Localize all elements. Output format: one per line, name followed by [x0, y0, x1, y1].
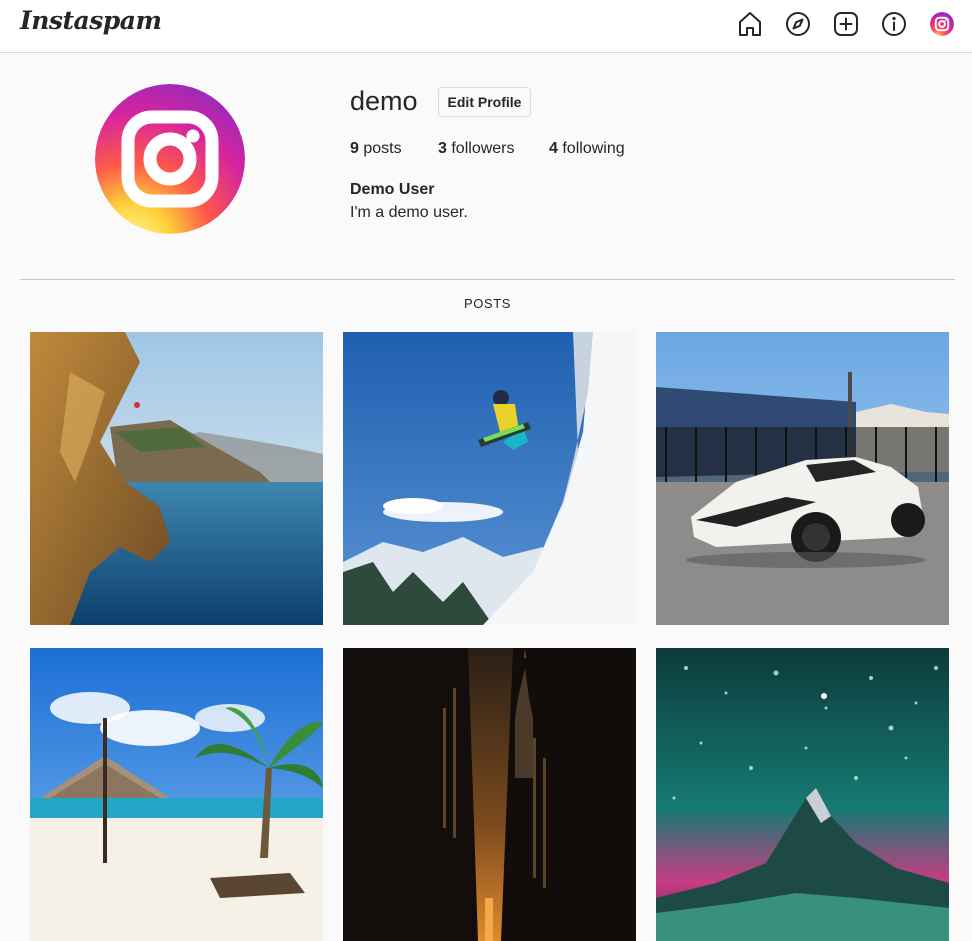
post-thumbnail[interactable] [656, 648, 949, 941]
stat-count: 4 [549, 140, 558, 157]
following-count[interactable]: 4 following [549, 140, 625, 158]
post-thumbnail[interactable] [343, 648, 636, 941]
app-logo[interactable]: Instaspam [20, 6, 162, 35]
stat-label: posts [363, 140, 402, 157]
new-post-icon[interactable] [833, 11, 859, 37]
section-divider [20, 279, 955, 280]
posts-count: 9 posts [350, 140, 402, 158]
post-thumbnail[interactable] [30, 648, 323, 941]
home-icon[interactable] [737, 11, 763, 37]
post-thumbnail[interactable] [656, 332, 949, 625]
profile-avatar [95, 84, 245, 234]
post-thumbnail[interactable] [30, 332, 323, 625]
stat-count: 3 [438, 140, 447, 157]
followers-count[interactable]: 3 followers [438, 140, 515, 158]
top-navigation-bar: Instaspam [0, 0, 972, 53]
profile-full-name: Demo User [350, 181, 435, 198]
info-icon[interactable] [881, 11, 907, 37]
stat-label: followers [451, 140, 515, 157]
tab-posts[interactable]: POSTS [0, 296, 972, 311]
post-thumbnail[interactable] [343, 332, 636, 625]
explore-icon[interactable] [785, 11, 811, 37]
stat-label: following [562, 140, 625, 157]
profile-username: demo [350, 86, 418, 116]
profile-avatar-icon[interactable] [930, 12, 954, 36]
profile-bio: I'm a demo user. [350, 204, 468, 221]
stat-count: 9 [350, 140, 359, 157]
edit-profile-button[interactable]: Edit Profile [438, 87, 531, 117]
